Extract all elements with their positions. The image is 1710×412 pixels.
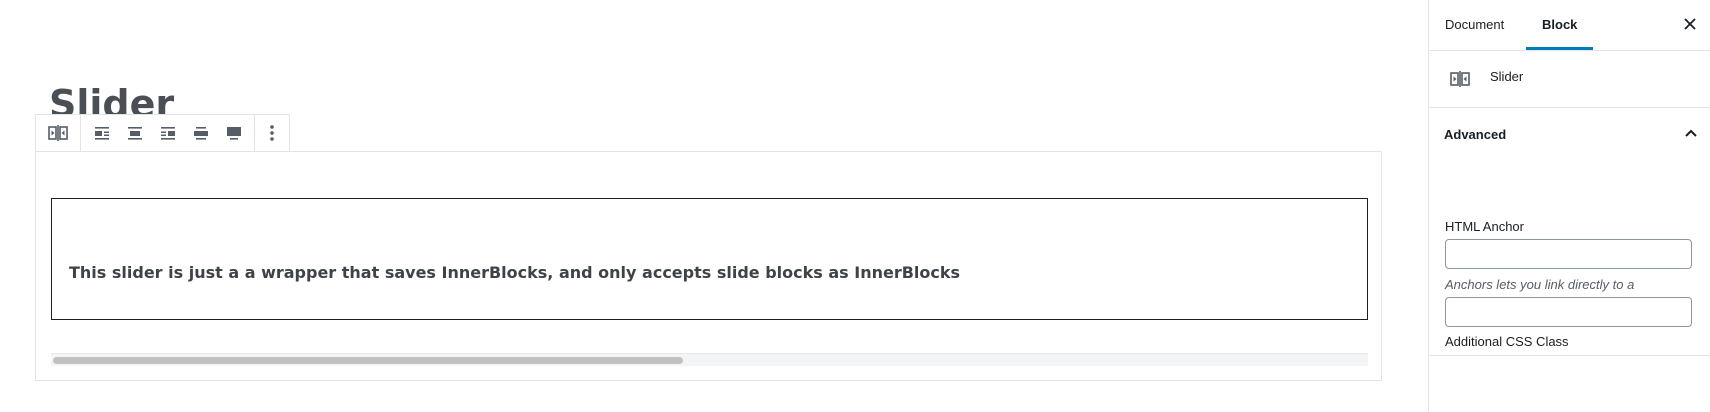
css-class-label: Additional CSS Class bbox=[1445, 334, 1569, 349]
more-options-button[interactable] bbox=[259, 115, 285, 151]
slider-block-icon bbox=[48, 125, 68, 141]
alignment-group bbox=[81, 115, 255, 151]
block-switcher-button[interactable] bbox=[40, 115, 76, 151]
more-group bbox=[255, 115, 289, 151]
html-anchor-label: HTML Anchor bbox=[1445, 219, 1524, 234]
chevron-up-icon bbox=[1685, 129, 1697, 137]
block-card-icon-wrap bbox=[1449, 68, 1471, 90]
align-center-button[interactable] bbox=[118, 115, 151, 151]
horizontal-scrollbar[interactable] bbox=[51, 353, 1368, 366]
align-left-button[interactable] bbox=[85, 115, 118, 151]
slider-description: This slider is just a a wrapper that sav… bbox=[69, 263, 961, 282]
slider-block-icon bbox=[1450, 71, 1470, 87]
close-settings-button[interactable] bbox=[1678, 12, 1702, 36]
more-options-icon bbox=[270, 125, 274, 141]
align-wide-button[interactable] bbox=[184, 115, 217, 151]
advanced-panel-toggle[interactable]: Advanced bbox=[1429, 108, 1710, 158]
align-center-icon bbox=[127, 127, 142, 140]
align-left-icon bbox=[94, 127, 109, 140]
sidebar-tabs: Document Block bbox=[1429, 0, 1710, 51]
align-full-icon bbox=[226, 127, 241, 140]
align-right-icon bbox=[160, 127, 175, 140]
block-switcher-group bbox=[36, 115, 81, 151]
align-wide-icon bbox=[193, 127, 208, 140]
slider-content[interactable]: This slider is just a a wrapper that sav… bbox=[51, 198, 1368, 320]
block-card: Slider bbox=[1429, 51, 1710, 108]
align-full-button[interactable] bbox=[217, 115, 250, 151]
advanced-panel-title: Advanced bbox=[1444, 127, 1507, 142]
close-icon bbox=[1684, 18, 1696, 30]
html-anchor-input[interactable] bbox=[1445, 239, 1692, 269]
scrollbar-thumb[interactable] bbox=[53, 357, 683, 364]
block-toolbar bbox=[35, 114, 290, 152]
align-right-button[interactable] bbox=[151, 115, 184, 151]
editor-canvas: Slider This slider is just a a wrapper t… bbox=[0, 0, 1428, 412]
tab-block[interactable]: Block bbox=[1526, 0, 1594, 50]
settings-sidebar: Document Block Slider Advanced HTML Anch… bbox=[1428, 0, 1710, 412]
css-class-input[interactable] bbox=[1445, 297, 1692, 327]
block-card-title: Slider bbox=[1490, 69, 1524, 84]
tab-document[interactable]: Document bbox=[1429, 0, 1520, 49]
